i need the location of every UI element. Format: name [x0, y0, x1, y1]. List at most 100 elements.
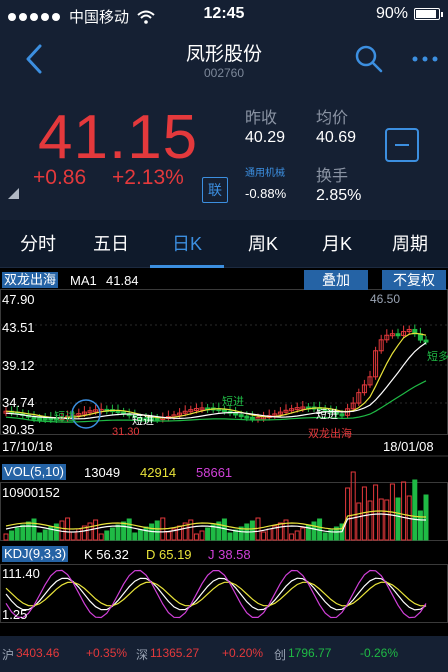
- tab-daily-k[interactable]: 日K: [153, 220, 221, 268]
- volume-bar: [31, 518, 37, 541]
- signal-short-entry: 短进: [132, 415, 154, 427]
- period-tabs: 分时 五日 日K 周K 月K 周期: [0, 220, 448, 268]
- overlay-button[interactable]: 叠加: [304, 270, 368, 290]
- vol-max: 10900152: [2, 485, 60, 500]
- volume-bar: [261, 531, 267, 541]
- vol-indicator[interactable]: VOL(5,10): [2, 464, 66, 480]
- vol-ma-yellow: [5, 510, 427, 530]
- volume-bar: [76, 528, 82, 541]
- indicator-name[interactable]: 双龙出海: [2, 272, 59, 288]
- y-axis-mid1: 43.51: [2, 320, 35, 335]
- volume-bar: [143, 526, 149, 541]
- cy-change: -0.26%: [360, 646, 399, 660]
- candle-body: [339, 413, 345, 417]
- volume-bar: [266, 528, 272, 541]
- price-change-percent: +2.13%: [112, 166, 184, 189]
- volume-bar: [93, 519, 99, 541]
- volume-bar: [322, 532, 328, 541]
- candle-body: [233, 412, 239, 416]
- status-bar: 中国移动 12:45 90%: [0, 0, 448, 30]
- candle-body: [154, 417, 160, 421]
- turnover-label: 换手: [316, 168, 349, 185]
- price-change: +0.86: [33, 166, 87, 189]
- volume-bar: [115, 524, 121, 541]
- index-ticker[interactable]: 沪 3403.46 +0.35% 深 11365.27 +0.20% 创 179…: [0, 636, 448, 672]
- volume-bar: [345, 487, 351, 541]
- volume-bar: [177, 525, 183, 541]
- vol-value-2: 42914: [140, 465, 177, 480]
- kdj-k: K 56.32: [84, 547, 129, 562]
- tab-period[interactable]: 周期: [376, 220, 444, 268]
- volume-bar: [367, 500, 373, 541]
- candle-body: [244, 415, 250, 419]
- sh-change: +0.35%: [86, 646, 128, 660]
- kdj-indicator[interactable]: KDJ(9,3,3): [2, 546, 69, 562]
- nav-bar: 凤形股份 002760: [0, 30, 448, 90]
- sh-label: 沪: [2, 648, 15, 662]
- tab-five-day[interactable]: 五日: [77, 220, 145, 268]
- sz-label: 深: [136, 648, 149, 662]
- volume-bar: [165, 531, 171, 541]
- volume-bar: [70, 531, 76, 541]
- cy-value: 1796.77: [288, 646, 332, 660]
- volume-bar: [205, 527, 211, 541]
- tab-weekly-k[interactable]: 周K: [229, 220, 297, 268]
- ma-value: 41.84: [106, 273, 139, 288]
- volume-bar: [356, 502, 362, 541]
- volume-bar: [227, 532, 233, 541]
- volume-bar: [188, 519, 194, 541]
- lian-button[interactable]: 联: [202, 177, 228, 203]
- kdj-j-line: [5, 569, 427, 619]
- tab-monthly-k[interactable]: 月K: [303, 220, 371, 268]
- corner-triangle-icon: [8, 188, 19, 199]
- date-end: 18/01/08: [383, 439, 434, 454]
- y-axis-mid2: 39.12: [2, 358, 35, 373]
- chart-area[interactable]: 双龙出海 MA1 41.84 叠加 不复权 47.90 43.51 39.12 …: [0, 268, 448, 636]
- volume-bar: [104, 530, 110, 541]
- turnover-value: 2.85%: [316, 187, 362, 204]
- more-icon[interactable]: [410, 44, 440, 74]
- sz-change: +0.20%: [222, 646, 264, 660]
- volume-bar: [53, 523, 59, 541]
- kdj-j: J 38.58: [208, 547, 251, 562]
- vol-value-3: 58661: [196, 465, 233, 480]
- ma-line-yellow: [5, 332, 427, 419]
- volume-bar: [193, 533, 199, 541]
- collapse-button[interactable]: [385, 128, 419, 162]
- candle-body: [37, 417, 43, 421]
- minus-icon: [395, 144, 409, 146]
- volume-bar: [14, 527, 20, 541]
- volume-bar: [199, 530, 205, 541]
- volume-bar: [42, 529, 48, 541]
- candle-body: [48, 417, 54, 421]
- battery-status: 90%: [376, 5, 443, 23]
- volume-bar: [109, 527, 115, 541]
- kline-chart: [0, 289, 448, 623]
- avg-price-label: 均价: [316, 110, 349, 127]
- signal-short-entry: 短进: [222, 396, 244, 408]
- vol-value-1: 13049: [84, 465, 121, 480]
- volume-bar: [126, 518, 132, 541]
- volume-bar: [121, 521, 127, 541]
- volume-bar: [373, 484, 379, 541]
- volume-bar: [311, 521, 317, 541]
- candle-body: [238, 414, 244, 418]
- signal-short-entry: 短进: [54, 411, 76, 423]
- date-start: 17/10/18: [2, 439, 53, 454]
- adjust-button[interactable]: 不复权: [382, 270, 446, 290]
- volume-bar: [249, 520, 255, 541]
- candle-body: [395, 333, 401, 337]
- volume-bar: [25, 521, 31, 541]
- battery-icon: [414, 8, 443, 20]
- y-axis-bottom: 30.35: [2, 422, 35, 437]
- industry-link[interactable]: 通用机械: [245, 164, 285, 179]
- prev-close-value: 40.29: [245, 129, 286, 146]
- tab-intraday[interactable]: 分时: [4, 220, 72, 268]
- volume-bar: [277, 522, 283, 541]
- signal-short-long: 短多: [427, 351, 448, 363]
- industry-change: -0.88%: [245, 186, 287, 201]
- search-icon[interactable]: [354, 44, 384, 74]
- volume-bar: [300, 527, 306, 541]
- candle-body: [249, 416, 255, 420]
- volume-bar: [384, 499, 390, 541]
